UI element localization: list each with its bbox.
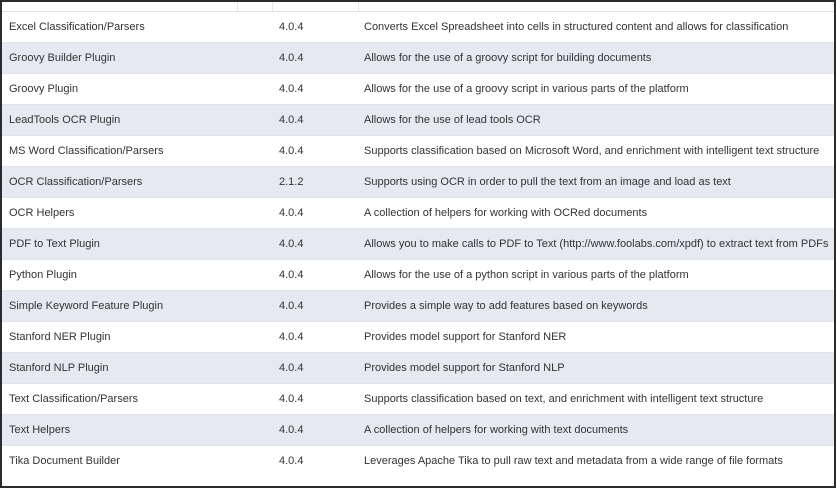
plugins-table-body: Excel Classification/Parsers 4.0.4 Convert… (2, 11, 834, 477)
table-row: Tika Document Builder 4.0.4 Leverages Apac… (2, 445, 834, 477)
plugin-name-cell: OCR Classification/Parsers (2, 166, 272, 198)
table-row: Groovy Plugin 4.0.4 Allows for the use of … (2, 73, 834, 105)
plugin-version-cell: 2.1.2 (272, 166, 358, 198)
plugin-version-cell: 4.0.4 (272, 321, 358, 353)
plugin-version-cell: 4.0.4 (272, 445, 358, 477)
column-divider (358, 2, 359, 11)
plugin-description-cell: Allows for the use of a groovy script fo… (358, 42, 834, 74)
plugins-table-frame: Excel Classification/Parsers 4.0.4 Convert… (0, 0, 836, 488)
plugin-description-cell: Allows for the use of a groovy script in… (358, 73, 834, 105)
plugin-name-cell: Tika Document Builder (2, 445, 272, 477)
plugin-name-cell: Excel Classification/Parsers (2, 11, 272, 43)
plugin-version-cell: 4.0.4 (272, 290, 358, 322)
plugin-name-cell: Stanford NLP Plugin (2, 352, 272, 384)
plugin-name-cell: Groovy Builder Plugin (2, 42, 272, 74)
plugin-name-cell: Text Helpers (2, 414, 272, 446)
plugin-version-cell: 4.0.4 (272, 228, 358, 260)
plugin-name-cell: MS Word Classification/Parsers (2, 135, 272, 167)
plugin-version-cell: 4.0.4 (272, 42, 358, 74)
plugin-description-cell: Allows you to make calls to PDF to Text … (358, 228, 834, 260)
table-row: OCR Classification/Parsers 2.1.2 Supports … (2, 166, 834, 198)
plugin-version-cell: 4.0.4 (272, 135, 358, 167)
plugin-description-cell: Allows for the use of lead tools OCR (358, 104, 834, 136)
plugin-description-cell: Leverages Apache Tika to pull raw text a… (358, 445, 834, 477)
plugin-version-cell: 4.0.4 (272, 73, 358, 105)
table-header-remnant (2, 2, 834, 11)
plugin-description-cell: A collection of helpers for working with… (358, 414, 834, 446)
plugin-name-cell: Text Classification/Parsers (2, 383, 272, 415)
table-row: Python Plugin 4.0.4 Allows for the use of … (2, 259, 834, 291)
table-row: LeadTools OCR Plugin 4.0.4 Allows for the … (2, 104, 834, 136)
table-row: Stanford NER Plugin 4.0.4 Provides model s… (2, 321, 834, 353)
column-divider (272, 2, 273, 11)
table-row: Groovy Builder Plugin 4.0.4 Allows for the… (2, 42, 834, 74)
plugin-description-cell: Supports using OCR in order to pull the … (358, 166, 834, 198)
plugin-version-cell: 4.0.4 (272, 197, 358, 229)
plugin-description-cell: A collection of helpers for working with… (358, 197, 834, 229)
table-row: Excel Classification/Parsers 4.0.4 Convert… (2, 11, 834, 43)
plugin-version-cell: 4.0.4 (272, 104, 358, 136)
table-row: PDF to Text Plugin 4.0.4 Allows you to mak… (2, 228, 834, 260)
plugin-description-cell: Provides model support for Stanford NLP (358, 352, 834, 384)
plugin-version-cell: 4.0.4 (272, 352, 358, 384)
plugin-name-cell: LeadTools OCR Plugin (2, 104, 272, 136)
plugin-name-cell: Python Plugin (2, 259, 272, 291)
plugin-description-cell: Provides a simple way to add features ba… (358, 290, 834, 322)
plugin-name-cell: OCR Helpers (2, 197, 272, 229)
table-row: Text Helpers 4.0.4 A collection of helpers… (2, 414, 834, 446)
plugin-version-cell: 4.0.4 (272, 11, 358, 43)
plugin-name-cell: Stanford NER Plugin (2, 321, 272, 353)
table-row: Text Classification/Parsers 4.0.4 Supports… (2, 383, 834, 415)
plugin-description-cell: Supports classification based on Microso… (358, 135, 834, 167)
plugin-name-cell: PDF to Text Plugin (2, 228, 272, 260)
plugin-description-cell: Converts Excel Spreadsheet into cells in… (358, 11, 834, 43)
plugin-description-cell: Supports classification based on text, a… (358, 383, 834, 415)
table-row: Simple Keyword Feature Plugin 4.0.4 Provid… (2, 290, 834, 322)
plugins-table: Excel Classification/Parsers 4.0.4 Convert… (2, 11, 834, 477)
plugin-version-cell: 4.0.4 (272, 414, 358, 446)
table-row: MS Word Classification/Parsers 4.0.4 Suppo… (2, 135, 834, 167)
plugin-description-cell: Provides model support for Stanford NER (358, 321, 834, 353)
plugin-name-cell: Groovy Plugin (2, 73, 272, 105)
plugin-version-cell: 4.0.4 (272, 259, 358, 291)
plugin-name-cell: Simple Keyword Feature Plugin (2, 290, 272, 322)
column-divider (237, 2, 238, 11)
plugin-description-cell: Allows for the use of a python script in… (358, 259, 834, 291)
plugin-version-cell: 4.0.4 (272, 383, 358, 415)
table-row: Stanford NLP Plugin 4.0.4 Provides model s… (2, 352, 834, 384)
table-row: OCR Helpers 4.0.4 A collection of helpers … (2, 197, 834, 229)
